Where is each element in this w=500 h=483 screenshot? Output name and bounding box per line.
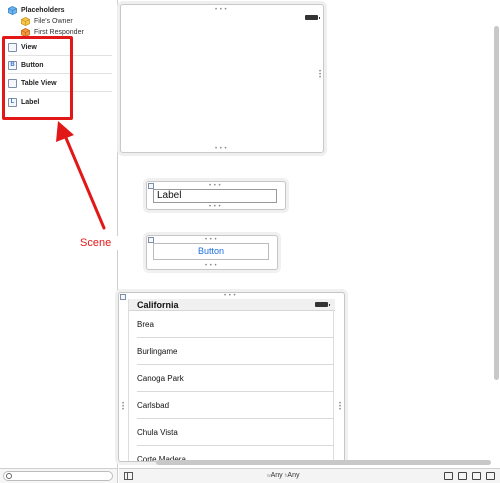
corner-handle-icon	[120, 294, 126, 300]
sidebar-toggle-icon[interactable]	[124, 472, 133, 480]
align-icon[interactable]	[444, 472, 453, 480]
table-row[interactable]: Brea	[137, 312, 334, 338]
table-section-header: California	[129, 299, 335, 311]
horizontal-scrollbar[interactable]	[156, 460, 491, 465]
height-value: Any	[287, 472, 300, 479]
battery-icon	[315, 302, 330, 307]
table-view-widget[interactable]: • • • • • • • • • California Brea Burlingame…	[118, 292, 345, 462]
search-icon	[6, 473, 12, 479]
table-row[interactable]: Carlsbad	[137, 393, 334, 419]
label-widget[interactable]: • • • Label • • •	[146, 181, 286, 210]
right-resize-handle[interactable]: • • •	[339, 401, 341, 413]
design-canvas[interactable]: • • • • • • • • • • • • Label • • • • • • …	[118, 0, 500, 468]
cube-icon	[8, 5, 17, 15]
main-view[interactable]: • • • • • • • • •	[120, 4, 324, 153]
label-element[interactable]: Label	[153, 189, 277, 203]
bottom-resize-handle[interactable]: • • •	[215, 146, 227, 152]
table-row[interactable]: Burlingame	[137, 339, 334, 365]
table-row[interactable]: Canoga Park	[137, 366, 334, 392]
bottom-resize-handle[interactable]: • • •	[205, 263, 217, 269]
width-value: Any	[270, 472, 283, 479]
top-resize-handle[interactable]: • • •	[215, 7, 227, 13]
vertical-scrollbar[interactable]	[494, 26, 499, 380]
files-owner-cube-icon	[21, 17, 30, 26]
button-widget[interactable]: • • • Button • • •	[146, 235, 278, 270]
size-class-control[interactable]: wAny hAny	[267, 471, 299, 481]
bottom-resize-handle[interactable]: • • •	[209, 204, 221, 210]
resolve-issues-icon[interactable]	[472, 472, 481, 480]
button-element[interactable]: Button	[153, 243, 269, 260]
outline-filter-bar	[0, 468, 118, 483]
xcode-interface-builder: Placeholders File's Owner First Responde…	[0, 0, 500, 483]
pin-icon[interactable]	[458, 472, 467, 480]
placeholders-header[interactable]: Placeholders	[8, 4, 65, 16]
table-row[interactable]: Chula Vista	[137, 420, 334, 446]
files-owner-item[interactable]: File's Owner	[21, 16, 73, 27]
table-view[interactable]: California Brea Burlingame Canoga Park C…	[128, 299, 335, 461]
scene-caption: Scene	[80, 236, 118, 250]
scene-highlight-box	[2, 36, 73, 120]
document-outline: Placeholders File's Owner First Responde…	[0, 0, 118, 468]
right-resize-handle[interactable]: • • •	[319, 69, 321, 81]
files-owner-label: File's Owner	[34, 18, 73, 25]
battery-icon	[305, 15, 320, 20]
outline-filter-field[interactable]	[3, 471, 113, 481]
placeholders-label: Placeholders	[21, 6, 65, 14]
canvas-bottom-toolbar: wAny hAny	[119, 468, 500, 483]
left-resize-handle[interactable]: • • •	[122, 401, 124, 413]
first-responder-label: First Responder	[34, 29, 84, 36]
resizing-behavior-icon[interactable]	[486, 472, 495, 480]
